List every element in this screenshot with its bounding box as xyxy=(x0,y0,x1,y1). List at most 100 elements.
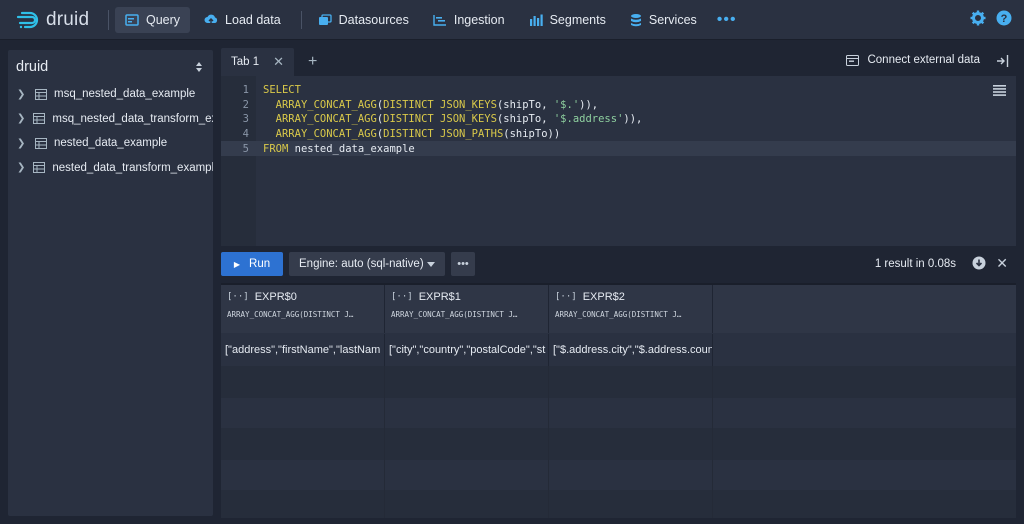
upload-icon xyxy=(204,14,218,25)
table-cell[interactable]: ["address","firstName","lastNam xyxy=(221,334,385,366)
line-number: 3 xyxy=(242,113,249,126)
sidebar-table-item[interactable]: ❯ nested_data_example xyxy=(8,131,213,156)
caret-down-icon xyxy=(427,261,435,267)
druid-logo[interactable]: druid xyxy=(16,9,104,31)
table-icon xyxy=(33,162,46,174)
connect-external-data-button[interactable]: Connect external data xyxy=(846,54,980,66)
column-header[interactable]: [··] EXPR$0 ARRAY_CONCAT_AGG(DISTINCT J… xyxy=(221,285,385,333)
ingestion-icon xyxy=(433,14,446,26)
help-button[interactable]: ? xyxy=(996,10,1012,26)
table-name: nested_data_transform_exampl xyxy=(52,161,213,174)
top-navbar: druid Query Load data Datasources Ingest… xyxy=(0,0,1024,40)
nav-load-data[interactable]: Load data xyxy=(194,7,291,33)
table-cell[interactable]: ["city","country","postalCode","st xyxy=(385,334,549,366)
line-number: 2 xyxy=(242,98,249,111)
tab-1[interactable]: Tab 1 ✕ xyxy=(221,48,294,76)
column-divider xyxy=(712,366,713,518)
table-cell[interactable]: ["$.address.city","$.address.coun xyxy=(549,334,713,366)
code-line: 3 ARRAY_CONCAT_AGG(DISTINCT JSON_KEYS(sh… xyxy=(221,112,1016,127)
table-name: msq_nested_data_example xyxy=(54,88,196,101)
engine-label: Engine: auto (sql-native) xyxy=(299,258,424,270)
column-name: EXPR$2 xyxy=(582,291,625,303)
column-expression: ARRAY_CONCAT_AGG(DISTINCT J… xyxy=(555,310,682,319)
editor-menu-button[interactable] xyxy=(993,85,1006,99)
chevron-right-icon[interactable]: ❯ xyxy=(17,138,27,149)
nav-services-label: Services xyxy=(648,12,697,27)
nav-query-label: Query xyxy=(146,12,181,27)
divider xyxy=(300,10,302,29)
empty-row xyxy=(221,490,1016,518)
nav-datasources-label: Datasources xyxy=(338,12,409,27)
nav-more-button[interactable]: ••• xyxy=(717,11,737,29)
database-connect-icon xyxy=(846,54,860,66)
code-text: ARRAY_CONCAT_AGG(DISTINCT JSON_PATHS(shi… xyxy=(275,128,561,141)
run-label: Run xyxy=(249,258,271,270)
nav-load-data-label: Load data xyxy=(225,12,281,27)
services-icon xyxy=(630,13,641,26)
empty-row xyxy=(221,366,1016,397)
array-type-icon: [··] xyxy=(227,292,249,302)
line-number: 5 xyxy=(242,142,249,155)
empty-row xyxy=(221,428,1016,459)
sidebar-table-item[interactable]: ❯ nested_data_transform_exampl xyxy=(8,156,213,181)
hamburger-icon xyxy=(993,85,1006,96)
database-selector[interactable]: druid xyxy=(8,52,213,82)
settings-button[interactable] xyxy=(970,10,986,26)
run-button[interactable]: ▶ Run xyxy=(221,252,283,276)
add-tab-button[interactable]: + xyxy=(308,53,317,71)
chevron-right-icon[interactable]: ❯ xyxy=(17,113,25,124)
collapse-panel-button[interactable] xyxy=(996,54,1010,73)
close-results-icon[interactable]: ✕ xyxy=(996,255,1008,272)
empty-row xyxy=(221,397,1016,428)
datasources-icon xyxy=(318,13,332,25)
table-name: nested_data_example xyxy=(54,137,168,150)
top-right-actions: ? xyxy=(960,10,1012,26)
code-text: ARRAY_CONCAT_AGG(DISTINCT JSON_KEYS(ship… xyxy=(275,98,599,111)
download-icon xyxy=(972,256,986,270)
database-name: druid xyxy=(16,59,49,75)
chevron-right-icon[interactable]: ❯ xyxy=(17,162,25,173)
svg-text:?: ? xyxy=(1001,13,1008,25)
line-number: 1 xyxy=(242,84,249,97)
column-divider xyxy=(384,366,385,518)
code-line: 1 SELECT xyxy=(221,83,1016,98)
column-expression: ARRAY_CONCAT_AGG(DISTINCT J… xyxy=(227,310,354,319)
table-icon xyxy=(33,113,46,125)
engine-selector[interactable]: Engine: auto (sql-native) xyxy=(289,252,445,276)
header-filler xyxy=(713,285,1016,333)
nav-datasources[interactable]: Datasources xyxy=(308,7,419,33)
column-header[interactable]: [··] EXPR$1 ARRAY_CONCAT_AGG(DISTINCT J… xyxy=(385,285,549,333)
sidebar-table-item[interactable]: ❯ msq_nested_data_example xyxy=(8,82,213,107)
array-type-icon: [··] xyxy=(391,292,413,302)
nav-query[interactable]: Query xyxy=(115,6,191,33)
segments-icon xyxy=(529,14,543,26)
column-expression: ARRAY_CONCAT_AGG(DISTINCT J… xyxy=(391,310,518,319)
more-options-button[interactable]: ••• xyxy=(451,252,475,276)
help-icon: ? xyxy=(996,10,1012,26)
code-text: SELECT xyxy=(263,84,301,97)
download-results-button[interactable] xyxy=(972,256,986,275)
code-line-active: 5 FROM nested_data_example xyxy=(221,141,1016,156)
nav-segments-label: Segments xyxy=(549,12,606,27)
query-icon xyxy=(125,13,139,26)
result-info: 1 result in 0.08s xyxy=(874,258,956,270)
sql-editor[interactable]: 1 SELECT 2 ARRAY_CONCAT_AGG(DISTINCT JSO… xyxy=(221,76,1016,246)
play-icon: ▶ xyxy=(233,259,241,269)
nav-services[interactable]: Services xyxy=(620,7,707,33)
column-header[interactable]: [··] EXPR$2 ARRAY_CONCAT_AGG(DISTINCT J… xyxy=(549,285,713,333)
schema-sidebar: druid ❯ msq_nested_data_example ❯ msq_ne… xyxy=(8,50,213,516)
column-name: EXPR$1 xyxy=(418,291,461,303)
empty-row xyxy=(221,459,1016,490)
sidebar-table-item[interactable]: ❯ msq_nested_data_transform_ex xyxy=(8,107,213,132)
array-type-icon: [··] xyxy=(555,292,577,302)
table-icon xyxy=(35,88,47,100)
panel-collapse-icon xyxy=(997,55,1009,67)
druid-logo-icon xyxy=(16,11,39,28)
connect-label: Connect external data xyxy=(867,54,980,66)
nav-segments[interactable]: Segments xyxy=(519,7,616,33)
code-line: 4 ARRAY_CONCAT_AGG(DISTINCT JSON_PATHS(s… xyxy=(221,127,1016,142)
nav-ingestion[interactable]: Ingestion xyxy=(423,7,515,33)
chevron-right-icon[interactable]: ❯ xyxy=(17,89,27,100)
close-tab-icon[interactable]: ✕ xyxy=(273,54,284,70)
tab-label: Tab 1 xyxy=(231,56,260,68)
